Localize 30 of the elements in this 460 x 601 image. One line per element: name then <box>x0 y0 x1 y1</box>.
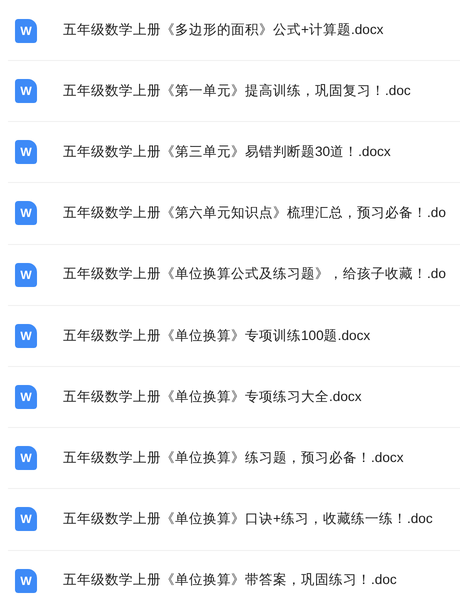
file-name: 五年级数学上册《单位换算公式及练习题》，给孩子收藏！.do <box>63 265 446 284</box>
file-row[interactable]: W 五年级数学上册《第六单元知识点》梳理汇总，预习必备！.do <box>8 183 460 245</box>
document-icon: W <box>15 446 37 470</box>
file-row[interactable]: W 五年级数学上册《多边形的面积》公式+计算题.docx <box>8 0 460 61</box>
document-icon: W <box>15 18 37 42</box>
file-row[interactable]: W 五年级数学上册《单位换算》口诀+练习，收藏练一练！.doc <box>8 489 460 550</box>
document-icon: W <box>15 79 37 104</box>
file-name: 五年级数学上册《单位换算》专项练习大全.docx <box>63 388 362 406</box>
file-name: 五年级数学上册《单位换算》练习题，预习必备！.docx <box>63 449 404 468</box>
file-row[interactable]: W 五年级数学上册《单位换算》带答案，巩固练习！.doc <box>8 550 460 601</box>
file-name: 五年级数学上册《单位换算》专项训练100题.docx <box>63 326 370 345</box>
file-row[interactable]: W 五年级数学上册《第三单元》易错判断题30道！.docx <box>8 122 460 184</box>
file-name: 五年级数学上册《单位换算》口诀+练习，收藏练一练！.doc <box>63 510 433 528</box>
file-name: 五年级数学上册《第六单元知识点》梳理汇总，预习必备！.do <box>63 204 446 222</box>
file-row[interactable]: W 五年级数学上册《单位换算》专项训练100题.docx <box>8 306 460 367</box>
document-icon: W <box>15 262 37 287</box>
document-icon: W <box>15 324 37 348</box>
document-icon: W <box>15 568 37 593</box>
document-icon: W <box>15 201 37 226</box>
file-name: 五年级数学上册《单位换算》带答案，巩固练习！.doc <box>63 571 397 590</box>
document-icon: W <box>15 140 37 164</box>
file-name: 五年级数学上册《第一单元》提高训练，巩固复习！.doc <box>63 82 411 100</box>
file-row[interactable]: W 五年级数学上册《单位换算》专项练习大全.docx <box>8 366 460 428</box>
file-name: 五年级数学上册《第三单元》易错判断题30道！.docx <box>63 143 391 162</box>
file-row[interactable]: W 五年级数学上册《单位换算公式及练习题》，给孩子收藏！.do <box>8 244 460 306</box>
file-name: 五年级数学上册《多边形的面积》公式+计算题.docx <box>63 21 384 40</box>
file-row[interactable]: W 五年级数学上册《单位换算》练习题，预习必备！.docx <box>8 428 460 490</box>
file-row[interactable]: W 五年级数学上册《第一单元》提高训练，巩固复习！.doc <box>8 61 460 122</box>
document-icon: W <box>15 385 37 410</box>
document-icon: W <box>15 507 37 532</box>
